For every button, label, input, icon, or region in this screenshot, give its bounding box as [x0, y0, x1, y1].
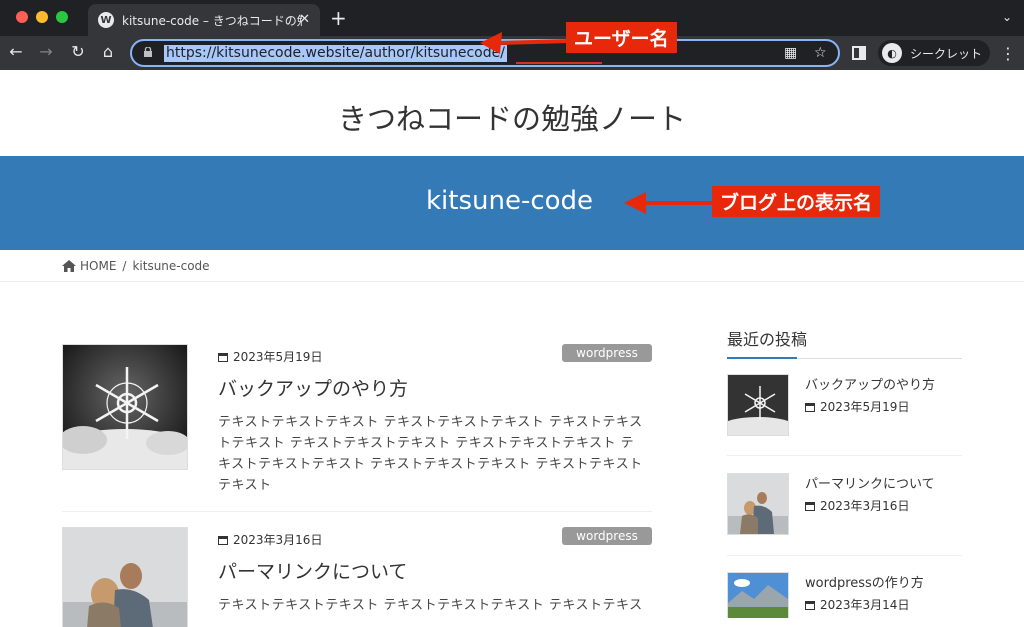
calendar-icon [218, 352, 228, 362]
calendar-icon [805, 600, 815, 610]
bookmark-star-icon[interactable]: ☆ [814, 45, 827, 61]
recent-post-thumbnail[interactable] [727, 572, 789, 618]
category-tag[interactable]: wordpress [562, 344, 652, 362]
browser-tab[interactable]: W kitsune-code – きつねコードの勉強ノート ✕ [88, 4, 320, 36]
side-panel-icon[interactable] [852, 46, 866, 60]
recent-post-title[interactable]: wordpressの作り方 [805, 572, 924, 591]
display-name-callout: ブログ上の表示名 [712, 186, 881, 217]
qr-code-icon[interactable]: ▦ [784, 45, 797, 61]
post-divider [62, 511, 652, 512]
post-card: 2023年3月16日 wordpress パーマリンクについて テキストテキスト… [62, 527, 652, 627]
recent-post-item[interactable]: パーマリンクについて 2023年3月16日 [727, 473, 962, 537]
incognito-label: シークレット [910, 46, 983, 61]
author-display-name: kitsune-code [426, 186, 594, 216]
url-text[interactable]: https://kitsunecode.website/author/kitsu… [164, 45, 507, 62]
close-window-icon[interactable] [16, 11, 28, 23]
site-header: きつねコードの勉強ノート [0, 70, 1024, 156]
post-date: 2023年3月16日 [218, 531, 322, 548]
recent-post-title[interactable]: パーマリンクについて [805, 473, 935, 492]
tab-search-icon[interactable]: ⌄ [1002, 10, 1012, 24]
snowflake-image [63, 345, 187, 469]
calendar-icon [218, 535, 228, 545]
calendar-icon [805, 501, 815, 511]
post-card: 2023年5月19日 wordpress バックアップのやり方 テキストテキスト… [62, 344, 652, 504]
breadcrumb-current: kitsune-code [132, 259, 210, 273]
post-title[interactable]: バックアップのやり方 [218, 374, 408, 401]
breadcrumb-separator: / [122, 259, 127, 273]
display-name-arrow-icon [624, 192, 714, 214]
breadcrumb-home-link[interactable]: HOME [80, 259, 116, 273]
landscape-image [728, 573, 788, 618]
close-tab-icon[interactable]: ✕ [299, 12, 310, 27]
recent-posts-heading: 最近の投稿 [727, 326, 962, 359]
recent-post-thumbnail[interactable] [727, 473, 789, 535]
lock-icon [144, 47, 152, 57]
recent-post-date: 2023年3月14日 [805, 596, 909, 613]
recent-post-thumbnail[interactable] [727, 374, 789, 436]
recent-posts-widget: 最近の投稿 バックアップのやり方 2023年5月19日 パーマリンクについて 2… [727, 326, 962, 618]
recent-post-date: 2023年3月16日 [805, 497, 909, 514]
username-underline [516, 62, 602, 64]
category-tag[interactable]: wordpress [562, 527, 652, 545]
post-excerpt: テキストテキストテキスト テキストテキストテキスト テキストテキストテキスト テ… [218, 415, 643, 493]
home-icon [62, 260, 76, 272]
couple-image [728, 474, 788, 534]
maximize-window-icon[interactable] [56, 11, 68, 23]
username-callout: ユーザー名 [566, 22, 677, 53]
tab-title: kitsune-code – きつねコードの勉強ノート [122, 13, 302, 28]
couple-image [63, 528, 187, 627]
back-icon[interactable]: ← [6, 42, 26, 61]
post-date: 2023年5月19日 [218, 348, 322, 365]
post-thumbnail-snowflake[interactable] [62, 344, 188, 470]
post-excerpt: テキストテキストテキスト テキストテキストテキスト テキストテキス [218, 598, 643, 613]
new-tab-button[interactable]: + [330, 6, 347, 30]
recent-post-title[interactable]: バックアップのやり方 [805, 374, 935, 393]
site-title[interactable]: きつねコードの勉強ノート [0, 96, 1024, 138]
sidebar-divider [727, 555, 962, 556]
post-thumbnail-couple[interactable] [62, 527, 188, 627]
breadcrumb: HOME / kitsune-code [0, 250, 1024, 282]
snowflake-image [728, 375, 788, 435]
minimize-window-icon[interactable] [36, 11, 48, 23]
calendar-icon [805, 402, 815, 412]
post-title[interactable]: パーマリンクについて [218, 557, 407, 584]
chrome-menu-icon[interactable]: ⋮ [1000, 44, 1016, 63]
incognito-icon: ◐ [882, 43, 902, 63]
home-icon[interactable]: ⌂ [98, 42, 118, 61]
forward-icon[interactable]: → [36, 42, 56, 61]
incognito-profile-button[interactable]: ◐ シークレット [878, 40, 990, 66]
recent-post-date: 2023年5月19日 [805, 398, 909, 415]
reload-icon[interactable]: ↻ [68, 42, 88, 61]
wordpress-icon: W [98, 12, 114, 28]
username-arrow-icon [480, 32, 571, 54]
recent-post-item[interactable]: wordpressの作り方 2023年3月14日 [727, 572, 962, 618]
recent-post-item[interactable]: バックアップのやり方 2023年5月19日 [727, 374, 962, 438]
sidebar-divider [727, 455, 962, 456]
